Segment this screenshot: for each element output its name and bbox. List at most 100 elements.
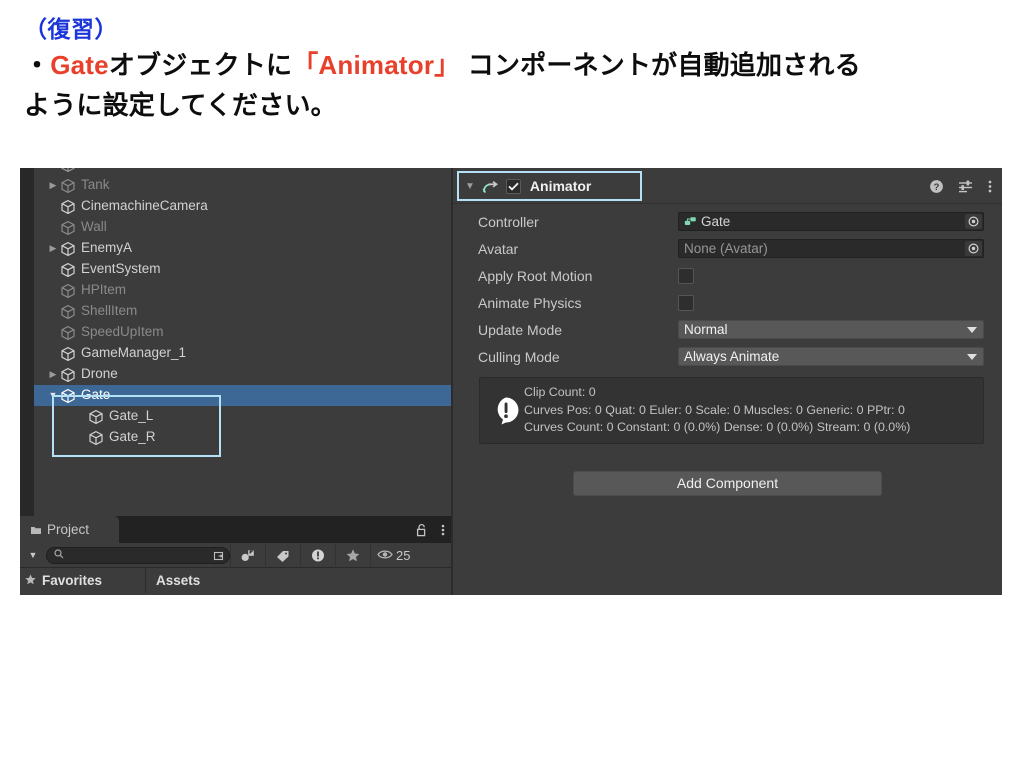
project-create-dropdown[interactable]: ▼ — [20, 550, 46, 560]
hierarchy-item-label: GameManager_1 — [81, 345, 186, 360]
kebab-menu-icon[interactable] — [988, 179, 992, 194]
hierarchy-item-wall[interactable]: Wall — [34, 217, 451, 238]
asset-type-filter-icon[interactable] — [230, 543, 265, 568]
dropdown-value: Normal — [684, 322, 728, 337]
unity-editor-screenshot: Ground ▶TankCinemachineCameraWall▶EnemyA… — [20, 168, 1002, 595]
checkbox-animate-physics[interactable] — [678, 295, 694, 311]
project-tab-label: Project — [47, 522, 89, 537]
favorites-column[interactable]: Favorites — [20, 568, 146, 593]
project-tabbar-actions — [416, 516, 445, 543]
property-label-update-mode: Update Mode — [478, 322, 678, 338]
gameobject-cube-icon — [60, 388, 76, 404]
property-label-avatar: Avatar — [478, 241, 678, 257]
hierarchy-item-label: Drone — [81, 366, 118, 381]
lock-open-icon[interactable] — [416, 523, 429, 537]
chevron-down-icon — [967, 354, 977, 360]
visible-count[interactable]: 25 — [370, 543, 418, 568]
hierarchy-item-gamemanager-1[interactable]: GameManager_1 — [34, 343, 451, 364]
component-title: Animator — [530, 178, 591, 194]
property-row-culling-mode: Culling ModeAlways Animate — [453, 343, 1002, 370]
object-field-value: None (Avatar) — [684, 241, 768, 256]
info-line-3: Curves Count: 0 Constant: 0 (0.0%) Dense… — [524, 420, 910, 434]
hierarchy-item-eventsystem[interactable]: EventSystem — [34, 259, 451, 280]
hierarchy-item-gate-l[interactable]: Gate_L — [34, 406, 451, 427]
animator-enabled-checkbox[interactable] — [506, 179, 521, 194]
bullet-marker: ・ — [24, 50, 50, 80]
animator-info-box: Clip Count: 0 Curves Pos: 0 Quat: 0 Eule… — [479, 377, 984, 444]
hierarchy-item-cinemachinecamera[interactable]: CinemachineCamera — [34, 196, 451, 217]
kebab-menu-icon[interactable] — [441, 523, 445, 537]
project-folder-icon — [30, 524, 42, 536]
dropdown-value: Always Animate — [684, 349, 779, 364]
gameobject-cube-icon — [60, 304, 76, 320]
slide-heading: （復習） — [24, 14, 1004, 45]
dropdown-culling-mode[interactable]: Always Animate — [678, 347, 984, 366]
chevron-right-icon[interactable]: ▶ — [46, 370, 60, 379]
hierarchy-item-tank[interactable]: ▶ Tank — [34, 175, 451, 196]
help-icon[interactable]: ? — [929, 179, 944, 194]
hierarchy-item-hpitem[interactable]: HPItem — [34, 280, 451, 301]
checkbox-apply-root-motion[interactable] — [678, 268, 694, 284]
gameobject-cube-icon — [60, 346, 76, 362]
project-panel: Project ▼ — [20, 516, 451, 595]
hierarchy-item-label: Gate_L — [109, 408, 153, 423]
gameobject-cube-icon — [60, 199, 76, 215]
dropdown-update-mode[interactable]: Normal — [678, 320, 984, 339]
chevron-down-icon[interactable]: ▼ — [465, 181, 475, 192]
chevron-right-icon[interactable]: ▶ — [46, 181, 60, 190]
gameobject-cube-icon — [60, 262, 76, 278]
gameobject-cube-icon — [60, 220, 76, 236]
hierarchy-panel: Ground ▶TankCinemachineCameraWall▶EnemyA… — [20, 168, 451, 516]
hierarchy-item-shellitem[interactable]: ShellItem — [34, 301, 451, 322]
visible-count-label: 25 — [396, 548, 410, 563]
project-tabbar: Project — [20, 516, 451, 543]
warning-filter-icon[interactable] — [300, 543, 335, 568]
chevron-right-icon[interactable]: ▶ — [46, 244, 60, 253]
svg-text:?: ? — [934, 182, 940, 193]
label-filter-icon[interactable] — [265, 543, 300, 568]
property-row-update-mode: Update Mode Normal — [453, 316, 1002, 343]
add-component-button[interactable]: Add Component — [573, 471, 882, 496]
object-picker-icon[interactable] — [965, 241, 982, 256]
hierarchy-item-label: Gate_R — [109, 429, 156, 444]
body-suffix-text: コンポーネントが自動追加される — [460, 50, 860, 80]
slide-body-line2: ように設定してください。 — [24, 87, 1004, 125]
gameobject-cube-icon — [60, 283, 76, 299]
assets-column[interactable]: Assets — [146, 568, 451, 593]
inspector-header-actions: ? — [929, 168, 992, 204]
inspector-properties: ControllerGateAvatarNone (Avatar)Apply R… — [453, 204, 1002, 370]
project-search-field[interactable] — [46, 547, 230, 564]
animator-controller-icon — [684, 216, 697, 228]
gameobject-cube-icon — [88, 409, 104, 425]
hierarchy-item-gate-r[interactable]: Gate_R — [34, 427, 451, 448]
hierarchy-item-speedupitem[interactable]: SpeedUpItem — [34, 322, 451, 343]
object-field-avatar[interactable]: None (Avatar) — [678, 239, 984, 258]
accent-animator: 「Animator」 — [292, 50, 460, 80]
chevron-down-icon[interactable]: ▼ — [46, 391, 60, 400]
info-box-text: Clip Count: 0 Curves Pos: 0 Quat: 0 Eule… — [524, 384, 910, 437]
search-expand-icon[interactable] — [213, 549, 227, 563]
hierarchy-item-label: Tank — [81, 177, 110, 192]
hierarchy-item-gate[interactable]: ▼Gate — [34, 385, 451, 406]
hierarchy-item-enemya[interactable]: ▶ EnemyA — [34, 238, 451, 259]
object-picker-icon[interactable] — [965, 214, 982, 229]
property-label-animate-physics: Animate Physics — [478, 295, 678, 311]
tab-project[interactable]: Project — [20, 516, 119, 543]
hierarchy-item-label: SpeedUpItem — [81, 324, 164, 339]
object-field-controller[interactable]: Gate — [678, 212, 984, 231]
animator-component-header[interactable]: ▼ Animator — [457, 171, 642, 201]
accent-gate: Gate — [50, 50, 109, 80]
eye-icon — [377, 548, 393, 563]
body-mid-text: オブジェクトに — [109, 50, 292, 80]
hierarchy-item-label: EnemyA — [81, 240, 132, 255]
favorite-star-icon[interactable] — [335, 543, 370, 568]
preset-icon[interactable] — [958, 179, 974, 194]
favorites-label: Favorites — [42, 573, 102, 588]
hierarchy-item-drone[interactable]: ▶ Drone — [34, 364, 451, 385]
hierarchy-tree[interactable]: ▶ Tank CinemachineCameraWall ▶ EnemyA EventSy… — [34, 168, 451, 516]
chevron-down-icon — [967, 327, 977, 333]
property-label-controller: Controller — [478, 214, 678, 230]
search-input[interactable] — [64, 549, 225, 561]
project-columns-header: Favorites Assets — [20, 568, 451, 593]
info-line-1: Clip Count: 0 — [524, 385, 596, 399]
